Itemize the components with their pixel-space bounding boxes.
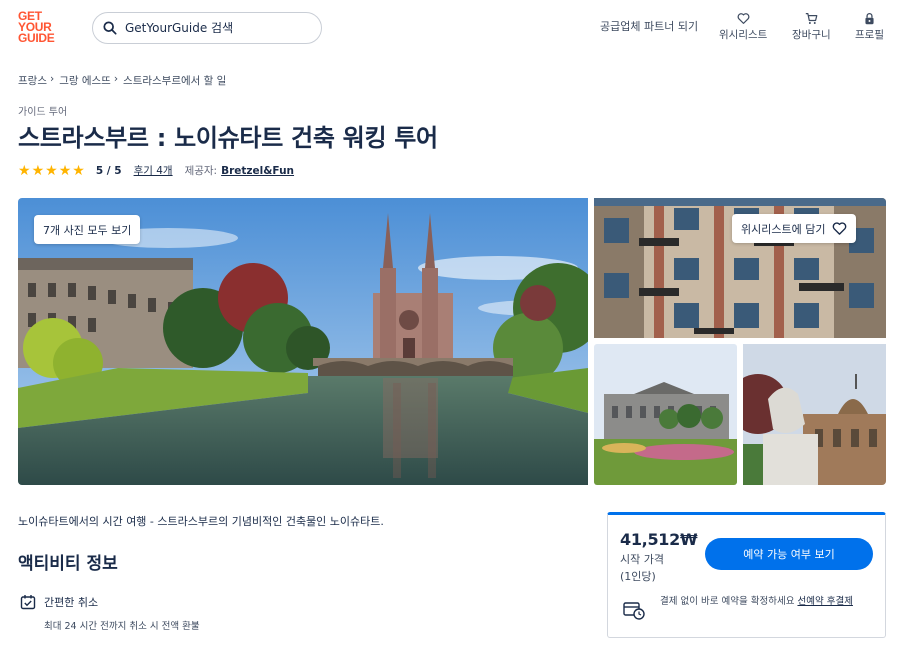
heart-icon [833, 222, 847, 235]
page-title: 스트라스부르 : 노이슈타트 건축 워킹 투어 [18, 124, 438, 152]
reserve-note-text: 결제 없이 바로 예약을 확정하세요 [660, 596, 798, 607]
star-icon: ★ [18, 162, 31, 179]
price: 41,512₩ [620, 530, 698, 549]
rating-row: ★ ★ ★ ★ ★ 5 / 5 후기 4개 제공자: Bretzel&Fun [18, 163, 294, 178]
search-icon [103, 21, 117, 35]
nav-profile[interactable]: 프로필 [855, 12, 884, 42]
calendar-check-icon [20, 595, 36, 610]
palace-photo-image [594, 344, 737, 485]
breadcrumb-separator: › [113, 73, 119, 85]
nav-cart[interactable]: 장바구니 [792, 12, 831, 42]
header: GET YOUR GUIDE 공급업체 파트너 되기 위시리스트 장바구니 프로… [0, 0, 900, 58]
getyourguide-logo[interactable]: GET YOUR GUIDE [18, 10, 62, 45]
reviews-link[interactable]: 후기 4개 [134, 163, 173, 178]
price-unit: (1인당) [620, 570, 656, 583]
cart-icon [805, 13, 818, 24]
palace-photo[interactable] [594, 344, 737, 485]
nav-profile-label: 프로필 [855, 29, 884, 41]
star-icon: ★ [72, 162, 85, 179]
add-to-wishlist-button[interactable]: 위시리스트에 담기 [732, 214, 857, 243]
star-icon: ★ [45, 162, 58, 179]
nav-cart-label: 장바구니 [792, 29, 831, 41]
reserve-now-pay-later-link[interactable]: 선예약 후결제 [797, 596, 852, 607]
tour-description: 노이슈타트에서의 시간 여행 - 스트라스부르의 기념비적인 건축물인 노이슈타… [18, 515, 384, 528]
category-label: 가이드 투어 [18, 107, 68, 118]
price-label: 시작 가격 [620, 553, 664, 566]
free-cancellation-title: 간편한 취소 [44, 596, 99, 609]
heart-icon [737, 13, 750, 24]
star-icon: ★ [58, 162, 72, 179]
nav-wishlist-label: 위시리스트 [719, 29, 768, 41]
view-all-photos-button[interactable]: 7개 사진 모두 보기 [34, 215, 141, 244]
provider-link[interactable]: Bretzel&Fun [221, 165, 294, 177]
statue-photo[interactable] [743, 344, 886, 485]
breadcrumb-item[interactable]: 그랑 에스뜨 [59, 73, 111, 88]
search-input[interactable] [125, 21, 305, 35]
rating-stars: ★ ★ ★ ★ ★ [18, 164, 85, 178]
statue-photo-image [743, 344, 886, 485]
add-to-wishlist-label: 위시리스트에 담기 [741, 222, 826, 236]
photo-gallery: 7개 사진 모두 보기 위시리스트에 담기 [18, 198, 886, 485]
breadcrumb-item[interactable]: 스트라스부르에서 할 일 [123, 73, 226, 88]
activity-info-heading: 액티비티 정보 [18, 554, 118, 574]
provider-label: 제공자: [184, 165, 218, 177]
reserve-now-pay-later-note: 결제 없이 바로 예약을 확정하세요 선예약 후결제 [660, 595, 878, 609]
check-availability-button[interactable]: 예약 가능 여부 보기 [705, 538, 873, 570]
free-cancellation-detail: 최대 24 시간 전까지 취소 시 전액 환불 [44, 621, 200, 632]
star-icon: ★ [31, 162, 45, 179]
reserve-later-icon [623, 602, 645, 620]
supplier-partner-link[interactable]: 공급업체 파트너 되기 [600, 18, 698, 34]
breadcrumb-separator: › [49, 73, 55, 85]
nav-wishlist[interactable]: 위시리스트 [719, 12, 767, 42]
rating-score: 5 / 5 [95, 164, 122, 177]
lock-icon [865, 12, 874, 25]
breadcrumb-item[interactable]: 프랑스 [18, 73, 47, 88]
logo-line-3: GUIDE [18, 31, 55, 45]
search-bar[interactable] [92, 12, 322, 44]
breadcrumb: 프랑스 › 그랑 에스뜨 › 스트라스부르에서 할 일 [18, 73, 226, 88]
booking-card: 41,512₩ 시작 가격 (1인당) 예약 가능 여부 보기 결제 없이 바로… [607, 512, 886, 638]
